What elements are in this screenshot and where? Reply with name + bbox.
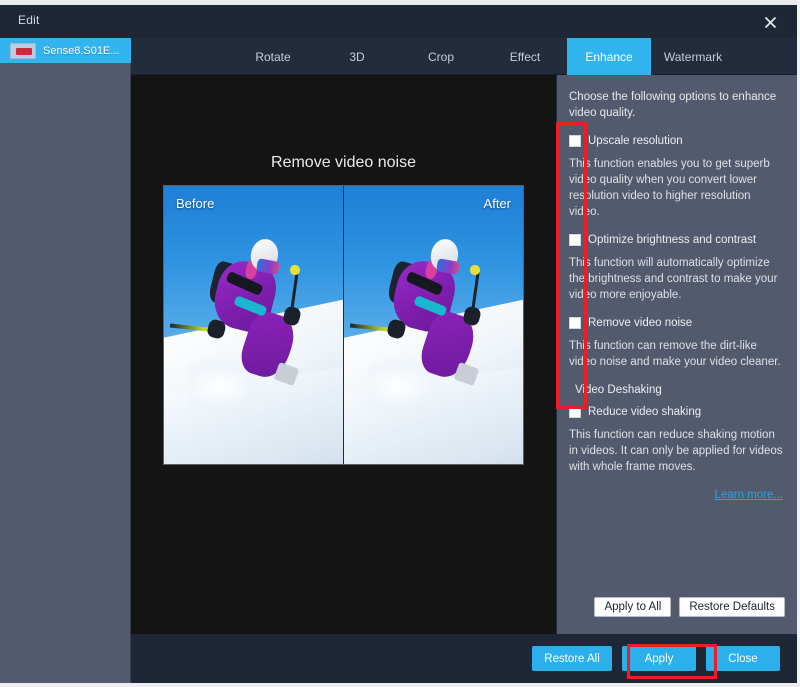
checkbox-reduce-video-shaking[interactable] [569,406,581,418]
video-deshaking-group-title: Video Deshaking [575,384,662,396]
preview-pane-before: Before [164,186,344,464]
restore-defaults-button[interactable]: Restore Defaults [679,597,785,617]
tab-rotate[interactable]: Rotate [231,38,315,75]
page-edge-bottom [0,683,800,687]
close-icon [764,16,776,28]
ski-boot [273,362,299,386]
checkbox-optimize-brightness-contrast[interactable] [569,234,581,246]
panel-action-buttons: Apply to All Restore Defaults [557,597,797,617]
after-label: After [483,196,511,211]
option-upscale-resolution[interactable]: Upscale resolution [569,135,783,147]
learn-more-link[interactable]: Learn more... [569,489,783,501]
preview-title: Remove video noise [271,154,416,171]
option-remove-video-noise[interactable]: Remove video noise [569,317,783,329]
ski-photo-before [164,186,343,464]
before-label: Before [176,196,215,211]
video-thumbnail-icon [10,42,36,59]
option-label: Optimize brightness and contrast [588,234,757,246]
preview-pane-after: After [343,186,523,464]
window-title: Edit [18,13,40,27]
title-bar: Edit [0,5,797,38]
apply-to-all-button[interactable]: Apply to All [594,597,672,617]
sidebar-item-video-file[interactable]: Sense8.S01E... [0,38,131,63]
checkbox-remove-video-noise[interactable] [569,317,581,329]
option-description-deshake: This function can reduce shaking motion … [569,429,783,473]
preview-area: Remove video noise Before After [131,75,556,634]
edit-dialog: Edit Sense8.S01E... Rotate 3D Crop Effec… [0,0,800,687]
skier-figure [349,236,487,397]
tab-enhance[interactable]: Enhance [567,38,651,75]
option-reduce-video-shaking[interactable]: Reduce video shaking [569,406,783,418]
dialog-bottom-bar: Restore All Apply Close [131,634,797,683]
option-description-noise: This function can remove the dirt-like v… [569,340,781,368]
option-label: Reduce video shaking [588,406,702,418]
checkbox-upscale-resolution[interactable] [569,135,581,147]
ski-photo-after [343,186,523,464]
close-window-button[interactable] [751,7,789,37]
close-button[interactable]: Close [706,646,780,671]
edit-tab-bar: Rotate 3D Crop Effect Enhance Watermark [131,38,797,75]
ski-boot [453,361,480,386]
ski-pole-tip [290,265,300,275]
option-description-brightness: This function will automatically optimiz… [569,257,778,301]
ski-pole-tip [470,265,480,275]
option-label: Remove video noise [588,317,693,329]
option-optimize-brightness-contrast[interactable]: Optimize brightness and contrast [569,234,783,246]
enhance-options-panel: Choose the following options to enhance … [557,75,797,634]
before-after-preview: Before After [163,185,524,465]
tab-watermark[interactable]: Watermark [651,38,735,75]
skier-figure [170,236,307,397]
option-label: Upscale resolution [588,135,683,147]
sidebar-item-label: Sense8.S01E... [43,44,120,57]
tab-effect[interactable]: Effect [483,38,567,75]
tab-3d[interactable]: 3D [315,38,399,75]
restore-all-button[interactable]: Restore All [532,646,612,671]
file-list-sidebar: Sense8.S01E... [0,38,131,683]
option-description-upscale: This function enables you to get superb … [569,158,770,218]
apply-button[interactable]: Apply [622,646,696,671]
tab-crop[interactable]: Crop [399,38,483,75]
tab-bar-spacer [131,38,231,75]
panel-intro-text: Choose the following options to enhance … [569,91,777,119]
